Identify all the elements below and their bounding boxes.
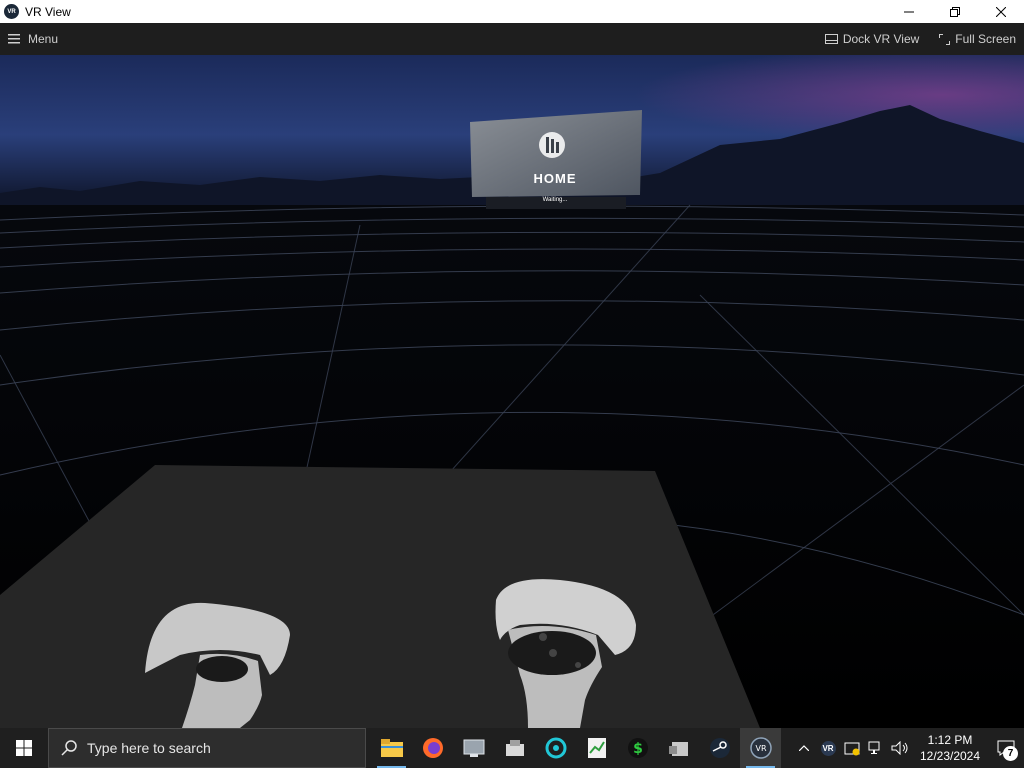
restore-icon bbox=[950, 6, 960, 17]
action-center-button[interactable]: 7 bbox=[988, 728, 1024, 768]
taskbar: Type here to search $ VR VR 1:12 PM 12/2… bbox=[0, 728, 1024, 768]
steamvr-app-icon: VR bbox=[4, 4, 19, 19]
taskbar-clock[interactable]: 1:12 PM 12/23/2024 bbox=[912, 728, 988, 768]
expand-icon bbox=[939, 33, 951, 45]
notification-badge: 7 bbox=[1003, 746, 1018, 761]
speaker-icon bbox=[891, 741, 908, 755]
window-controls bbox=[886, 0, 1024, 23]
restore-button[interactable] bbox=[932, 0, 978, 23]
show-hidden-icons-button[interactable] bbox=[792, 728, 816, 768]
window-title: VR View bbox=[25, 4, 71, 19]
app-icon: $ bbox=[627, 738, 648, 758]
close-button[interactable] bbox=[978, 0, 1024, 23]
menu-button[interactable]: Menu bbox=[8, 32, 58, 46]
minimize-button[interactable] bbox=[886, 0, 932, 23]
dock-icon bbox=[824, 34, 838, 44]
taskbar-app-7[interactable]: $ bbox=[617, 728, 658, 768]
full-screen-label: Full Screen bbox=[955, 32, 1016, 46]
svg-text:VR: VR bbox=[755, 744, 766, 753]
steam-icon bbox=[709, 738, 730, 758]
taskbar-firefox[interactable] bbox=[412, 728, 453, 768]
folder-icon bbox=[380, 739, 403, 757]
home-card-label: HOME bbox=[533, 171, 577, 186]
app-icon bbox=[545, 737, 566, 759]
start-button[interactable] bbox=[0, 728, 48, 768]
hamburger-icon bbox=[8, 34, 20, 44]
search-placeholder: Type here to search bbox=[87, 740, 211, 756]
taskbar-steam[interactable] bbox=[699, 728, 740, 768]
taskbar-app-5[interactable] bbox=[535, 728, 576, 768]
app-icon bbox=[587, 738, 606, 758]
close-icon bbox=[996, 6, 1006, 17]
tray-volume[interactable] bbox=[888, 728, 912, 768]
vr-scene-graphic bbox=[0, 55, 1024, 728]
system-tray: VR 1:12 PM 12/23/2024 7 bbox=[792, 728, 1024, 768]
taskbar-apps: $ VR bbox=[371, 728, 781, 768]
clock-time: 1:12 PM bbox=[927, 733, 973, 747]
app-icon bbox=[505, 740, 524, 756]
status-label: Waiting... bbox=[542, 197, 568, 203]
menu-label: Menu bbox=[28, 32, 59, 46]
full-screen-button[interactable]: Full Screen bbox=[939, 32, 1016, 46]
taskbar-app-6[interactable] bbox=[576, 728, 617, 768]
title-bar: VR VR View bbox=[0, 0, 1024, 23]
steamvr-icon: VR bbox=[749, 737, 772, 759]
taskbar-steamvr[interactable]: VR bbox=[740, 728, 781, 768]
firefox-icon bbox=[422, 738, 443, 758]
taskbar-search[interactable]: Type here to search bbox=[48, 728, 366, 768]
home-card[interactable] bbox=[470, 110, 642, 209]
taskbar-file-explorer[interactable] bbox=[371, 728, 412, 768]
dock-label: Dock VR View bbox=[842, 32, 920, 46]
taskbar-app-8[interactable] bbox=[658, 728, 699, 768]
clock-date: 12/23/2024 bbox=[919, 749, 981, 763]
app-icon bbox=[463, 739, 484, 757]
svg-text:$: $ bbox=[633, 741, 643, 757]
minimize-icon bbox=[904, 11, 914, 12]
tray-network[interactable] bbox=[864, 728, 888, 768]
search-icon bbox=[61, 740, 77, 756]
chevron-up-icon bbox=[799, 745, 809, 751]
app-icon bbox=[668, 742, 688, 756]
toolbar: Menu Dock VR View Full Screen bbox=[0, 23, 1024, 55]
taskbar-app-4[interactable] bbox=[494, 728, 535, 768]
taskbar-app-3[interactable] bbox=[453, 728, 494, 768]
tray-security[interactable] bbox=[840, 728, 864, 768]
dock-vr-view-button[interactable]: Dock VR View bbox=[824, 32, 920, 46]
warning-shield-icon bbox=[844, 742, 860, 756]
windows-logo-icon bbox=[16, 740, 32, 756]
vr-viewport[interactable]: HOME Waiting... bbox=[0, 55, 1024, 728]
network-icon bbox=[868, 741, 880, 754]
vr-tray-label: VR bbox=[820, 740, 836, 756]
tray-steamvr[interactable]: VR bbox=[816, 728, 840, 768]
